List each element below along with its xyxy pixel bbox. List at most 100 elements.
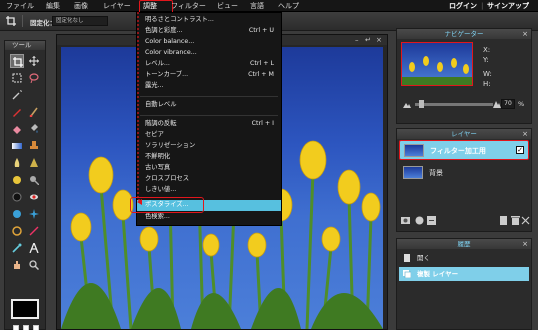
menu-item-old-photo[interactable]: 古い写真	[137, 163, 281, 174]
tools-panel-title: ツール	[5, 41, 45, 50]
history-item-duplicate-layer[interactable]: 複製 レイヤー	[399, 267, 529, 281]
default-colors-swatch[interactable]	[13, 325, 19, 330]
menu-help[interactable]: ヘルプ	[278, 0, 299, 12]
constraint-select[interactable]: 固定化なし	[52, 16, 108, 26]
layer-style-icon[interactable]	[415, 216, 424, 225]
layer-settings-icon[interactable]	[427, 216, 436, 225]
zoom-in-mountain-icon[interactable]	[493, 99, 501, 108]
layers-footer	[401, 215, 530, 227]
bloat-icon	[13, 210, 21, 218]
drawing-icon	[29, 226, 39, 236]
swap-colors-swatch[interactable]	[23, 325, 29, 330]
trash-icon[interactable]	[511, 216, 520, 225]
menu-item-curves[interactable]: トーンカーブ... Ctrl + M	[137, 70, 281, 81]
move-tool[interactable]	[27, 54, 41, 68]
minimize-icon[interactable]: –	[355, 36, 359, 44]
signup-link[interactable]: サインアップ	[487, 0, 529, 12]
navigator-panel: ナビゲーター × X: Y: W: H: 70 %	[396, 28, 532, 124]
fill-tool[interactable]	[27, 122, 41, 136]
red-eye-tool[interactable]	[27, 190, 41, 204]
menu-item-color-vibrance[interactable]: Color vibrance...	[137, 48, 281, 59]
stamp-tool[interactable]	[27, 139, 41, 153]
nav-y-label: Y:	[483, 56, 489, 64]
history-item-label: 複製 レイヤー	[417, 270, 459, 278]
background-color-swatch[interactable]	[33, 325, 39, 330]
nav-h-label: H:	[483, 80, 491, 88]
menu-file[interactable]: ファイル	[6, 0, 34, 12]
menu-item-levels[interactable]: レベル... Ctrl + L	[137, 59, 281, 70]
menu-item-threshold[interactable]: しきい値...	[137, 185, 281, 196]
menu-separator	[140, 115, 278, 116]
text-tool[interactable]	[27, 241, 41, 255]
brush-icon	[29, 107, 38, 117]
pinch-tool[interactable]	[27, 207, 41, 221]
smudge-tool[interactable]	[10, 156, 24, 170]
zoom-out-mountain-icon[interactable]	[403, 101, 411, 108]
color-replace-tool[interactable]	[10, 224, 24, 238]
pencil-tool[interactable]	[10, 105, 24, 119]
layer-name: フィルター加工用	[430, 147, 486, 155]
layer-row-filter[interactable]: フィルター加工用 ✓	[399, 140, 529, 160]
menu-item-hue-saturation[interactable]: 色調と彩度... Ctrl + U	[137, 26, 281, 37]
menu-item-blur[interactable]: 不鮮明化	[137, 152, 281, 163]
layers-panel: レイヤー × フィルター加工用 ✓ 背景	[396, 128, 532, 232]
layers-close-icon[interactable]: ×	[522, 129, 528, 139]
menu-layer[interactable]: レイヤー	[103, 0, 131, 12]
menu-item-invert[interactable]: 階調の反転 Ctrl + I	[137, 119, 281, 130]
menu-image[interactable]: 画像	[74, 0, 88, 12]
menu-item-brightness-contrast[interactable]: 明るさとコントラスト...	[137, 15, 281, 26]
menu-edit[interactable]: 編集	[46, 0, 60, 12]
menu-item-solarize[interactable]: ソラリゼーション	[137, 141, 281, 152]
login-link[interactable]: ログイン	[449, 0, 477, 12]
pinch-icon	[29, 209, 39, 219]
burn-tool[interactable]	[10, 190, 24, 204]
magic-wand-icon	[12, 90, 22, 100]
menu-item-color-lookup[interactable]: 色検索...	[137, 212, 281, 223]
menu-item-sepia[interactable]: セピア	[137, 130, 281, 141]
marquee-tool[interactable]	[10, 71, 24, 85]
layer-thumbnail	[403, 166, 423, 179]
zoom-slider-track[interactable]	[415, 103, 493, 106]
close-icon[interactable]: ×	[376, 36, 382, 44]
zoom-slider-handle[interactable]	[419, 100, 424, 108]
drawing-tool[interactable]	[27, 224, 41, 238]
zoom-tool[interactable]	[27, 258, 41, 272]
eyedropper-icon	[12, 243, 22, 253]
history-panel: 履歴 × 開く 複製 レイヤー	[396, 238, 532, 330]
brush-tool[interactable]	[27, 105, 41, 119]
hand-tool[interactable]	[10, 258, 24, 272]
menu-item-color-balance[interactable]: Color balance...	[137, 37, 281, 48]
menu-item-auto-levels[interactable]: 自動レベル	[137, 100, 281, 111]
sharpen-tool[interactable]	[27, 156, 41, 170]
history-close-icon[interactable]: ×	[522, 239, 528, 249]
zoom-value-input[interactable]: 70	[501, 99, 515, 109]
picker-tool[interactable]	[10, 241, 24, 255]
dodge-tool[interactable]	[27, 173, 41, 187]
navigator-thumbnail[interactable]	[401, 42, 473, 86]
menu-filter[interactable]: フィルター	[171, 0, 206, 12]
history-item-open[interactable]: 開く	[399, 251, 529, 265]
menu-view[interactable]: ビュー	[217, 0, 238, 12]
menu-language[interactable]: 言語	[250, 0, 264, 12]
eraser-tool[interactable]	[10, 122, 24, 136]
menu-item-exposure[interactable]: 露光...	[137, 81, 281, 92]
maximize-icon[interactable]: ↵	[365, 36, 371, 44]
layer-mask-icon[interactable]	[401, 216, 410, 225]
layer-visibility-checkbox[interactable]: ✓	[516, 146, 524, 154]
navigator-close-icon[interactable]: ×	[522, 29, 528, 39]
new-layer-icon[interactable]	[499, 216, 508, 225]
gradient-tool[interactable]	[10, 139, 24, 153]
bloat-tool[interactable]	[10, 207, 24, 221]
layer-row-background[interactable]: 背景	[399, 163, 529, 183]
sponge-icon	[13, 176, 21, 184]
text-icon	[29, 243, 39, 253]
foreground-color-swatch[interactable]	[11, 299, 39, 319]
wand-tool[interactable]	[10, 88, 24, 102]
lasso-tool[interactable]	[27, 71, 41, 85]
crop-tool[interactable]	[10, 54, 24, 68]
layer-delete-x-icon[interactable]	[521, 216, 530, 225]
open-document-icon	[404, 254, 410, 262]
menu-item-cross-process[interactable]: クロスプロセス	[137, 174, 281, 185]
sponge-tool[interactable]	[10, 173, 24, 187]
menu-adjust[interactable]: 調整	[139, 0, 173, 14]
